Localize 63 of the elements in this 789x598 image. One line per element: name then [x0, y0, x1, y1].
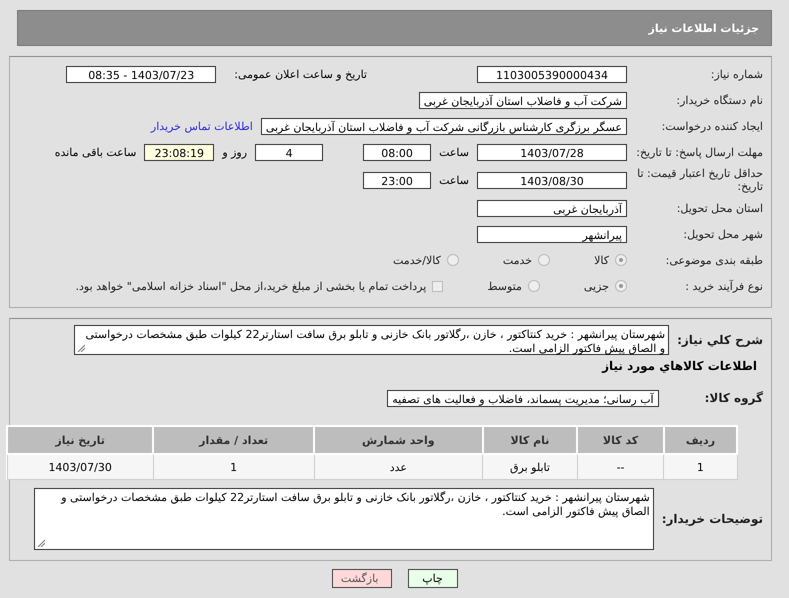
field-label: شرح کلي نياز:	[677, 334, 763, 346]
table-cell: عدد	[314, 454, 483, 480]
field-label: توضیحات خریدار:	[662, 512, 763, 526]
date-field[interactable]: 1403/08/30	[477, 172, 627, 188]
buyer-notes-field[interactable]: شهرستان پیرانشهر : خرید کنتاکتور ، خازن ،رگلاتور بانک خازنی و تابلو برق سافت استارتر22 کیلوات طبق مشخصات درخواستی و الصاق پیش فاکتور الزامی است.	[34, 488, 654, 550]
back-button[interactable]: بازگشت	[332, 569, 392, 588]
resize-grip-icon[interactable]	[36, 539, 45, 547]
radio-button[interactable]	[615, 254, 627, 266]
field-label: روز و	[222, 146, 248, 158]
field-label: ساعت	[439, 174, 469, 186]
table-cell: 1	[153, 454, 314, 480]
field-label: شهر محل تحویل:	[682, 228, 763, 240]
column-header: کد کالا	[577, 426, 664, 454]
field-label: ساعت	[439, 146, 469, 158]
field-label: گروه کالا:	[704, 392, 763, 404]
table-cell: 1	[664, 454, 737, 480]
date-field[interactable]: 1403/07/28	[477, 144, 627, 160]
field-label: تاریخ و ساعت اعلان عمومی:	[234, 68, 367, 80]
need-number-field[interactable]: 1103005390000434	[477, 66, 627, 82]
time-field[interactable]: 08:00	[363, 144, 432, 160]
field-label: ساعت باقی مانده	[54, 146, 136, 158]
field-label: طبقه بندی موضوعی:	[664, 254, 763, 266]
creator-field[interactable]: عسگر برزگری کارشناس بازرگانی شرکت آب و فاضلاب استان آذربایجان غربی	[260, 118, 627, 134]
field-label: شماره نیاز:	[710, 68, 763, 80]
page-header: جزئیات اطلاعات نیاز	[17, 10, 772, 46]
checkbox[interactable]	[432, 280, 444, 292]
table-cell: --	[577, 454, 664, 480]
section-heading: اطلاعات کالاهاي مورد نياز	[600, 359, 757, 373]
field-label: ایجاد کننده درخواست:	[660, 120, 763, 132]
radio-button[interactable]	[538, 254, 550, 266]
table-cell: تابلو برق	[482, 454, 578, 480]
radio-button[interactable]	[615, 280, 627, 292]
column-header: ردیف	[664, 426, 737, 454]
option-label: کالا/خدمت	[393, 254, 441, 266]
description-field[interactable]: شهرستان پیرانشهر : خرید کنتاکتور ، خازن ،رگلاتور بانک خازنی و تابلو برق سافت استارتر22 کیلوات طبق مشخصات درخواستی و الصاق پیش فاکتور الزامی است.	[74, 325, 670, 355]
table-cell: 1403/07/30	[7, 454, 154, 480]
remaining-time-field[interactable]: 23:08:19	[144, 144, 214, 160]
radio-button[interactable]	[446, 254, 459, 266]
time-field[interactable]: 23:00	[363, 172, 432, 188]
column-header: تعداد / مقدار	[153, 426, 314, 454]
column-header: تاریخ نیاز	[7, 426, 154, 454]
field-label: مهلت ارسال پاسخ: تا تاریخ:	[635, 146, 763, 158]
column-header: نام کالا	[482, 426, 578, 454]
buyer-contact-link[interactable]: اطلاعات تماس خریدار	[150, 120, 253, 132]
field-label: حداقل تاریخ اعتبار قیمت: تا تاریخ:	[636, 167, 763, 193]
province-field[interactable]: آذربایجان غربی	[477, 200, 627, 216]
days-field[interactable]: 4	[255, 144, 324, 160]
goods-group-field[interactable]: آب رسانی؛ مدیریت پسماند، فاضلاب و فعالیت های تصفیه	[387, 390, 659, 406]
resize-grip-icon[interactable]	[77, 344, 86, 352]
announce-date-field[interactable]: 1403/07/23 - 08:35	[66, 66, 216, 82]
field-label: نام دستگاه خریدار:	[675, 94, 763, 106]
radio-button[interactable]	[528, 280, 540, 292]
buyer-field[interactable]: شرکت آب و فاضلاب استان آذربایجان غربی	[418, 92, 627, 108]
option-label: جزیی	[584, 280, 609, 292]
option-label: کالا	[594, 254, 609, 266]
payment-note: پرداخت تمام یا بخشی از مبلغ خرید،از محل "اسناد خزانه اسلامی" خواهد بود.	[76, 280, 426, 292]
column-header: واحد شمارش	[314, 426, 483, 454]
print-button[interactable]: چاپ	[408, 569, 458, 588]
field-label: استان محل تحویل:	[676, 202, 763, 214]
option-label: متوسط	[487, 280, 522, 292]
field-label: نوع فرآیند خرید :	[684, 280, 763, 292]
city-field[interactable]: پیرانشهر	[477, 226, 627, 242]
option-label: خدمت	[502, 254, 532, 266]
